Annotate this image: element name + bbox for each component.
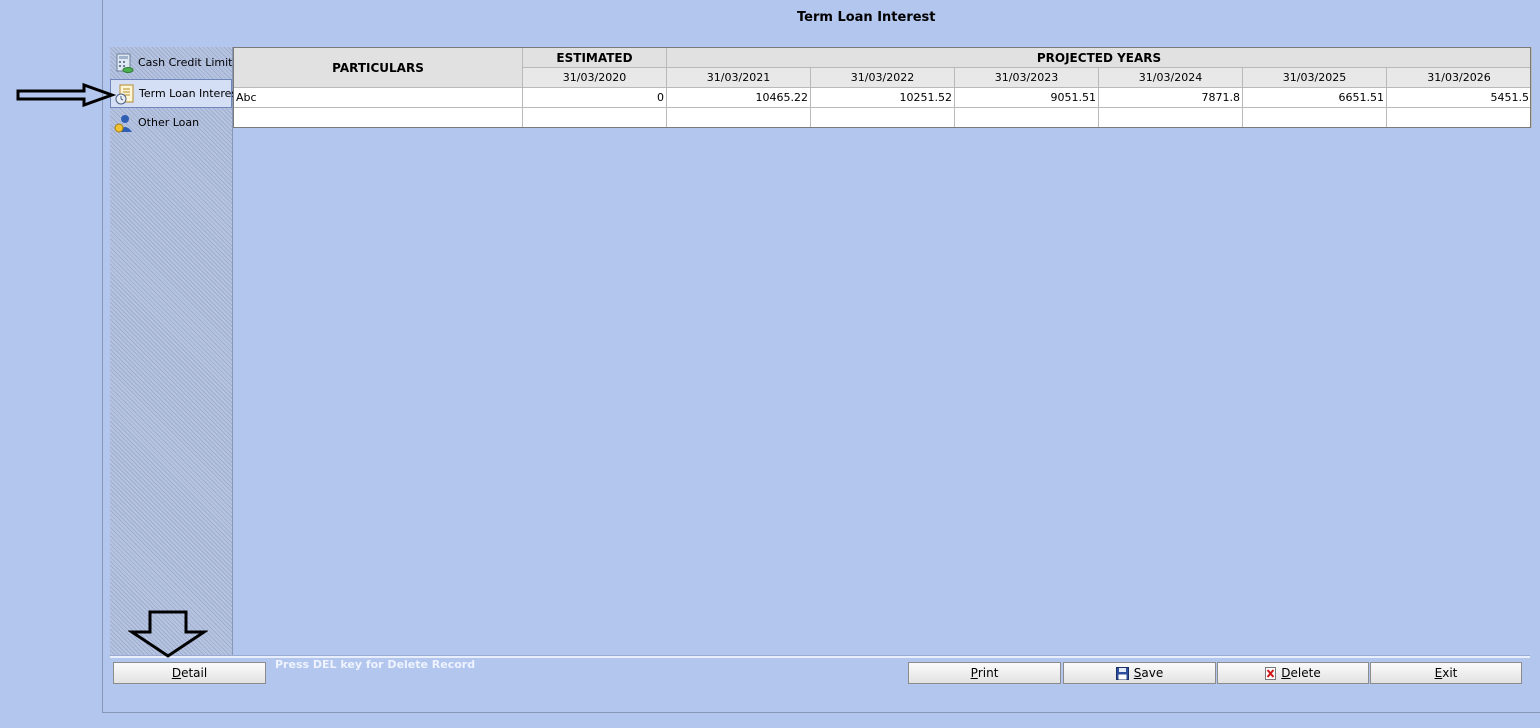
exit-button[interactable]: Exit — [1370, 662, 1522, 684]
cell-value[interactable] — [666, 107, 811, 128]
table-row[interactable]: Abc 0 10465.22 10251.52 9051.51 7871.8 6… — [233, 87, 1533, 108]
table-row[interactable] — [233, 107, 1533, 128]
delete-hint-text: Press DEL key for Delete Record — [275, 658, 476, 671]
cell-particular[interactable] — [233, 107, 523, 128]
column-header-date[interactable]: 31/03/2026 — [1385, 67, 1533, 88]
button-label: etail — [181, 666, 208, 680]
column-header-particulars[interactable]: PARTICULARS — [233, 47, 523, 88]
column-header-date[interactable]: 31/03/2020 — [522, 67, 667, 88]
sidebar-item-cash-credit-limit[interactable]: Cash Credit Limit — [110, 48, 232, 77]
cell-particular[interactable]: Abc — [233, 87, 523, 108]
data-grid: PARTICULARS ESTIMATED PROJECTED YEARS 31… — [233, 47, 1533, 655]
sidebar-item-term-loan-interest[interactable]: Term Loan Interest — [110, 79, 241, 108]
right-arrow-annotation — [16, 82, 116, 108]
button-accel: D — [171, 666, 182, 680]
cell-value[interactable]: 0 — [522, 87, 667, 108]
column-header-projected-years: PROJECTED YEARS — [665, 47, 1533, 68]
cell-value[interactable]: 5451.5 — [1385, 87, 1533, 108]
column-header-date[interactable]: 31/03/2024 — [1098, 67, 1243, 88]
button-label: xit — [1442, 666, 1458, 680]
down-arrow-annotation — [128, 610, 208, 658]
button-accel: D — [1281, 666, 1291, 680]
window-border-bottom — [102, 712, 1540, 713]
button-accel: S — [1133, 666, 1142, 680]
button-label: elete — [1290, 666, 1321, 680]
sidebar: Cash Credit Limit Term Loan Interest Oth — [110, 47, 241, 655]
cell-value[interactable] — [810, 107, 955, 128]
cell-value[interactable]: 9051.51 — [954, 87, 1099, 108]
loan-interest-table: PARTICULARS ESTIMATED PROJECTED YEARS 31… — [233, 47, 1533, 128]
column-header-date[interactable]: 31/03/2025 — [1242, 67, 1387, 88]
button-label: rint — [977, 666, 999, 680]
sidebar-item-label: Term Loan Interest — [139, 87, 242, 100]
delete-icon — [1265, 666, 1277, 680]
save-button[interactable]: Save — [1063, 662, 1216, 684]
print-button[interactable]: Print — [908, 662, 1061, 684]
cell-value[interactable] — [954, 107, 1099, 128]
column-header-date[interactable]: 31/03/2022 — [810, 67, 955, 88]
sidebar-item-label: Cash Credit Limit — [138, 56, 233, 69]
cash-credit-icon — [113, 52, 135, 74]
sidebar-item-label: Other Loan — [138, 116, 200, 129]
cell-value[interactable] — [522, 107, 667, 128]
cell-value[interactable] — [1242, 107, 1387, 128]
button-label: ave — [1141, 666, 1164, 680]
column-header-estimated: ESTIMATED — [522, 47, 667, 68]
cell-value[interactable]: 10465.22 — [666, 87, 811, 108]
button-accel: E — [1434, 666, 1443, 680]
cell-value[interactable]: 10251.52 — [810, 87, 955, 108]
save-icon — [1115, 666, 1129, 680]
detail-button[interactable]: Detail — [113, 662, 266, 684]
column-header-date[interactable]: 31/03/2023 — [954, 67, 1099, 88]
page-title: Term Loan Interest — [797, 10, 936, 25]
other-loan-icon — [113, 112, 135, 134]
delete-button[interactable]: Delete — [1217, 662, 1369, 684]
cell-value[interactable] — [1098, 107, 1243, 128]
column-header-date[interactable]: 31/03/2021 — [666, 67, 811, 88]
button-accel: P — [970, 666, 978, 680]
cell-value[interactable]: 6651.51 — [1242, 87, 1387, 108]
cell-value[interactable]: 7871.8 — [1098, 87, 1243, 108]
term-loan-icon — [114, 83, 136, 105]
cell-value[interactable] — [1385, 107, 1533, 128]
sidebar-item-other-loan[interactable]: Other Loan — [110, 108, 232, 137]
